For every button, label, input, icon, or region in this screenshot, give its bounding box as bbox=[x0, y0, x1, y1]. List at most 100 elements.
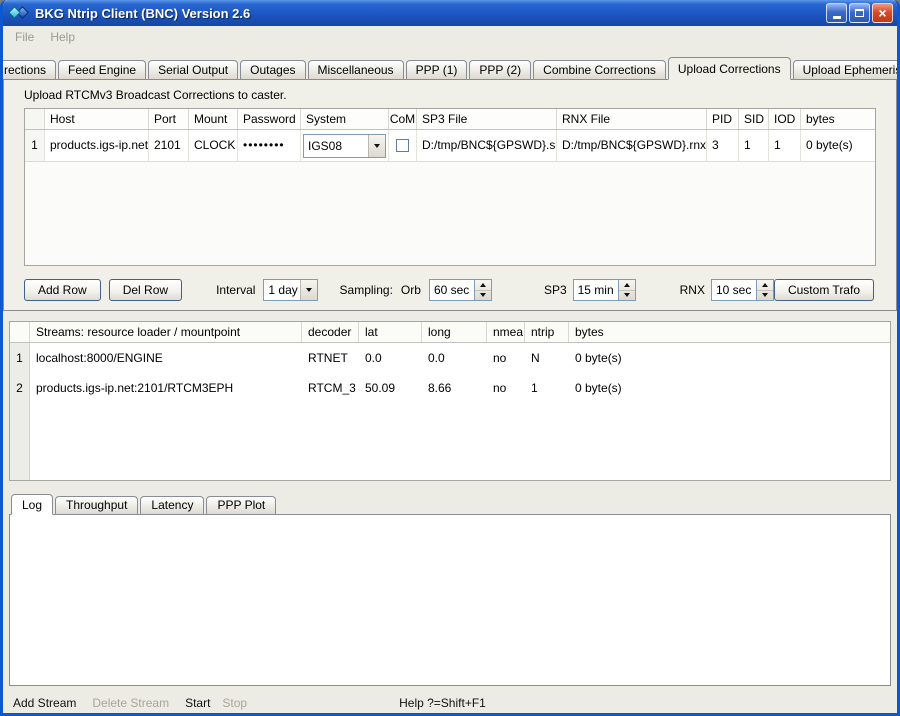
app-window: BKG Ntrip Client (BNC) Version 2.6 × Fil… bbox=[0, 0, 900, 716]
mountpoint-cell[interactable]: localhost:8000/ENGINE bbox=[30, 343, 302, 373]
upload-table-header: Host Port Mount Password System CoM SP3 … bbox=[25, 109, 875, 130]
sampling-label: Sampling: bbox=[340, 283, 393, 297]
orb-spinner[interactable]: 60 sec bbox=[429, 279, 492, 301]
menu-help[interactable]: Help bbox=[42, 27, 83, 47]
spinner-buttons[interactable] bbox=[619, 279, 636, 301]
tab-combine-corrections[interactable]: Combine Corrections bbox=[533, 60, 666, 79]
orb-value: 60 sec bbox=[429, 279, 475, 301]
system-combobox[interactable]: IGS08 bbox=[303, 134, 386, 158]
spinner-buttons[interactable] bbox=[757, 279, 774, 301]
del-row-button[interactable]: Del Row bbox=[109, 279, 182, 301]
rnx-label: RNX bbox=[680, 283, 705, 297]
tab-upload-ephemeris[interactable]: Upload Ephemeris bbox=[793, 60, 900, 79]
long-cell[interactable]: 8.66 bbox=[422, 373, 487, 403]
tab-outages[interactable]: Outages bbox=[240, 60, 305, 79]
spin-down-icon[interactable] bbox=[619, 291, 635, 301]
window-title: BKG Ntrip Client (BNC) Version 2.6 bbox=[35, 6, 826, 21]
stream-row[interactable]: 1 localhost:8000/ENGINE RTNET 0.0 0.0 no… bbox=[10, 343, 890, 373]
upload-table-row[interactable]: 1 products.igs-ip.net 2101 CLOCK •••••••… bbox=[25, 130, 875, 162]
decoder-cell[interactable]: RTNET bbox=[302, 343, 359, 373]
host-cell[interactable]: products.igs-ip.net bbox=[45, 130, 149, 161]
corner-header bbox=[25, 109, 45, 129]
close-button[interactable]: × bbox=[872, 3, 893, 23]
tab-throughput[interactable]: Throughput bbox=[55, 496, 138, 514]
spin-down-icon[interactable] bbox=[757, 291, 773, 301]
pid-cell[interactable]: 3 bbox=[707, 130, 739, 161]
header-bytes: bytes bbox=[569, 322, 890, 342]
header-iod: IOD bbox=[769, 109, 801, 129]
spin-up-icon[interactable] bbox=[619, 280, 635, 291]
start-button[interactable]: Start bbox=[185, 696, 210, 710]
streams-table-body: 1 localhost:8000/ENGINE RTNET 0.0 0.0 no… bbox=[10, 343, 890, 481]
tab-latency[interactable]: Latency bbox=[140, 496, 204, 514]
header-system: System bbox=[301, 109, 389, 129]
tab-feed-engine[interactable]: Feed Engine bbox=[58, 60, 146, 79]
add-row-button[interactable]: Add Row bbox=[24, 279, 101, 301]
mount-cell[interactable]: CLOCK bbox=[189, 130, 238, 161]
rnx-file-cell[interactable]: D:/tmp/BNC${GPSWD}.rnx bbox=[557, 130, 707, 161]
header-sid: SID bbox=[739, 109, 769, 129]
com-checkbox[interactable] bbox=[396, 139, 409, 152]
spin-up-icon[interactable] bbox=[475, 280, 491, 291]
log-output-area[interactable] bbox=[9, 514, 891, 686]
corner-header bbox=[10, 322, 30, 342]
custom-trafo-button[interactable]: Custom Trafo bbox=[774, 279, 874, 301]
ntrip-cell[interactable]: N bbox=[525, 343, 569, 373]
ntrip-cell[interactable]: 1 bbox=[525, 373, 569, 403]
menu-file[interactable]: File bbox=[7, 27, 42, 47]
maximize-button[interactable] bbox=[849, 3, 870, 23]
sp3-spinner[interactable]: 15 min bbox=[573, 279, 636, 301]
add-stream-button[interactable]: Add Stream bbox=[13, 696, 76, 710]
sp3-value: 15 min bbox=[573, 279, 619, 301]
tab-ppp-1[interactable]: PPP (1) bbox=[406, 60, 468, 79]
spinner-buttons[interactable] bbox=[475, 279, 492, 301]
tab-ppp-2[interactable]: PPP (2) bbox=[469, 60, 531, 79]
mountpoint-cell[interactable]: products.igs-ip.net:2101/RTCM3EPH bbox=[30, 373, 302, 403]
spin-down-icon[interactable] bbox=[475, 291, 491, 301]
tab-label: Upload Ephemeris bbox=[803, 63, 900, 77]
header-mountpoint: Streams: resource loader / mountpoint bbox=[30, 322, 302, 342]
tab-label: PPP (1) bbox=[416, 63, 458, 77]
tab-miscellaneous[interactable]: Miscellaneous bbox=[308, 60, 404, 79]
password-cell[interactable]: •••••••• bbox=[238, 130, 301, 161]
header-long: long bbox=[422, 322, 487, 342]
delete-stream-button: Delete Stream bbox=[92, 696, 169, 710]
decoder-cell[interactable]: RTCM_3 bbox=[302, 373, 359, 403]
lat-cell[interactable]: 50.09 bbox=[359, 373, 422, 403]
long-cell[interactable]: 0.0 bbox=[422, 343, 487, 373]
sp3-file-cell[interactable]: D:/tmp/BNC${GPSWD}.sp3 bbox=[417, 130, 557, 161]
bytes-cell: 0 byte(s) bbox=[569, 373, 890, 403]
nmea-cell[interactable]: no bbox=[487, 343, 525, 373]
app-icon bbox=[9, 5, 31, 21]
rnx-spinner[interactable]: 10 sec bbox=[711, 279, 774, 301]
nmea-cell[interactable]: no bbox=[487, 373, 525, 403]
header-host: Host bbox=[45, 109, 149, 129]
title-bar[interactable]: BKG Ntrip Client (BNC) Version 2.6 × bbox=[3, 0, 897, 26]
iod-cell[interactable]: 1 bbox=[769, 130, 801, 161]
tab-ppp-plot[interactable]: PPP Plot bbox=[206, 496, 276, 514]
row-number: 1 bbox=[25, 130, 45, 161]
port-cell[interactable]: 2101 bbox=[149, 130, 189, 161]
header-com: CoM bbox=[389, 109, 417, 129]
tab-broadcast-corrections-partial[interactable]: rections bbox=[0, 60, 56, 79]
bytes-cell: 0 byte(s) bbox=[569, 343, 890, 373]
tab-label: Feed Engine bbox=[68, 63, 136, 77]
streams-table-header: Streams: resource loader / mountpoint de… bbox=[10, 322, 890, 343]
spin-up-icon[interactable] bbox=[757, 280, 773, 291]
upload-corrections-panel: Upload RTCMv3 Broadcast Corrections to c… bbox=[3, 79, 897, 311]
minimize-button[interactable] bbox=[826, 3, 847, 23]
sid-cell[interactable]: 1 bbox=[739, 130, 769, 161]
tab-log[interactable]: Log bbox=[11, 494, 53, 515]
lat-cell[interactable]: 0.0 bbox=[359, 343, 422, 373]
window-controls: × bbox=[826, 3, 893, 23]
stream-row[interactable]: 2 products.igs-ip.net:2101/RTCM3EPH RTCM… bbox=[10, 373, 890, 403]
tab-upload-corrections[interactable]: Upload Corrections bbox=[668, 57, 791, 80]
header-port: Port bbox=[149, 109, 189, 129]
close-icon: × bbox=[878, 6, 886, 20]
interval-combobox[interactable]: 1 day bbox=[263, 279, 317, 301]
chevron-down-icon[interactable] bbox=[300, 280, 317, 300]
chevron-down-icon[interactable] bbox=[368, 135, 385, 157]
tab-serial-output[interactable]: Serial Output bbox=[148, 60, 238, 79]
header-pid: PID bbox=[707, 109, 739, 129]
tab-label: Combine Corrections bbox=[543, 63, 656, 77]
